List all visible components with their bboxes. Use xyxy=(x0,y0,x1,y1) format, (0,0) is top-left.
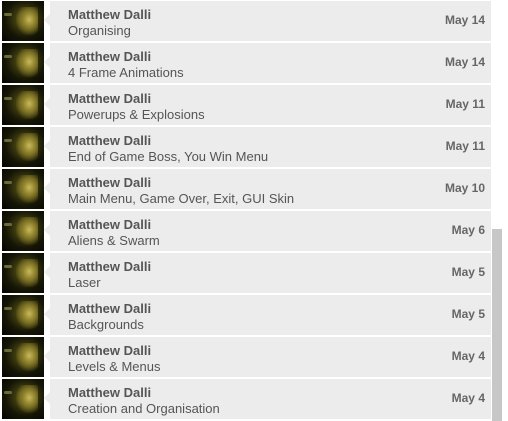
commit-message[interactable]: End of Game Boss, You Win Menu xyxy=(68,149,268,164)
scrollbar-thumb[interactable] xyxy=(492,229,502,421)
commit-author[interactable]: Matthew Dalli xyxy=(68,259,151,274)
commit-author[interactable]: Matthew Dalli xyxy=(68,91,151,106)
commit-row[interactable]: Matthew Dalli Levels & Menus May 4 xyxy=(2,336,491,378)
commit-date: May 5 xyxy=(451,265,485,279)
commit-date: May 5 xyxy=(451,307,485,321)
commit-author[interactable]: Matthew Dalli xyxy=(68,217,151,232)
avatar[interactable] xyxy=(2,295,44,335)
commit-date: May 14 xyxy=(444,13,485,27)
avatar[interactable] xyxy=(2,85,44,125)
commit-author[interactable]: Matthew Dalli xyxy=(68,7,151,22)
avatar[interactable] xyxy=(2,379,44,419)
avatar[interactable] xyxy=(2,337,44,377)
avatar[interactable] xyxy=(2,211,44,251)
commit-row[interactable]: Matthew Dalli End of Game Boss, You Win … xyxy=(2,126,491,168)
commit-row[interactable]: Matthew Dalli 4 Frame Animations May 14 xyxy=(2,42,491,84)
commit-date: May 4 xyxy=(451,349,485,363)
commit-row[interactable]: Matthew Dalli Aliens & Swarm May 6 xyxy=(2,210,491,252)
commit-message[interactable]: 4 Frame Animations xyxy=(68,65,184,80)
commit-date: May 14 xyxy=(444,55,485,69)
commit-author[interactable]: Matthew Dalli xyxy=(68,343,151,358)
commit-row[interactable]: Matthew Dalli Backgrounds May 5 xyxy=(2,294,491,336)
commit-date: May 6 xyxy=(451,223,485,237)
commit-date: May 4 xyxy=(451,391,485,405)
commit-date: May 10 xyxy=(444,181,485,195)
commit-date: May 11 xyxy=(445,139,485,153)
avatar[interactable] xyxy=(2,1,44,41)
commit-list: Matthew Dalli Organising May 14 Matthew … xyxy=(2,0,491,420)
commit-row[interactable]: Matthew Dalli Organising May 14 xyxy=(2,0,491,42)
commit-author[interactable]: Matthew Dalli xyxy=(68,385,151,400)
commit-message[interactable]: Levels & Menus xyxy=(68,359,161,374)
commit-author[interactable]: Matthew Dalli xyxy=(68,133,151,148)
commit-author[interactable]: Matthew Dalli xyxy=(68,49,151,64)
commit-date: May 11 xyxy=(445,97,485,111)
commit-message[interactable]: Laser xyxy=(68,275,101,290)
avatar[interactable] xyxy=(2,169,44,209)
commit-author[interactable]: Matthew Dalli xyxy=(68,301,151,316)
commit-row[interactable]: Matthew Dalli Laser May 5 xyxy=(2,252,491,294)
commit-message[interactable]: Main Menu, Game Over, Exit, GUI Skin xyxy=(68,191,294,206)
commit-row[interactable]: Matthew Dalli Main Menu, Game Over, Exit… xyxy=(2,168,491,210)
commit-message[interactable]: Creation and Organisation xyxy=(68,401,220,416)
commit-message[interactable]: Aliens & Swarm xyxy=(68,233,160,248)
commit-row[interactable]: Matthew Dalli Creation and Organisation … xyxy=(2,378,491,420)
commit-message[interactable]: Organising xyxy=(68,23,131,38)
commit-message[interactable]: Backgrounds xyxy=(68,317,144,332)
avatar[interactable] xyxy=(2,127,44,167)
avatar[interactable] xyxy=(2,253,44,293)
commit-row[interactable]: Matthew Dalli Powerups & Explosions May … xyxy=(2,84,491,126)
commit-message[interactable]: Powerups & Explosions xyxy=(68,107,205,122)
commit-author[interactable]: Matthew Dalli xyxy=(68,175,151,190)
avatar[interactable] xyxy=(2,43,44,83)
